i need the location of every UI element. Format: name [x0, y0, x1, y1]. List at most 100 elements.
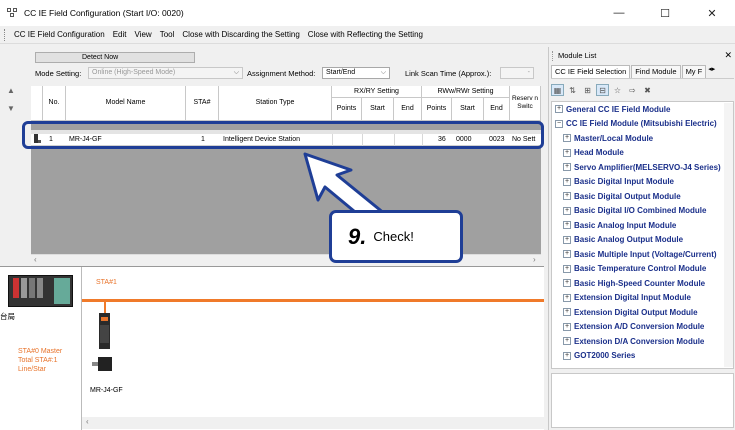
- tree-item-label: Basic Analog Input Module: [574, 220, 677, 230]
- expand-icon[interactable]: +: [563, 308, 571, 317]
- tree-item[interactable]: + Extension D/A Conversion Module: [552, 334, 733, 349]
- tab-scroll-icon[interactable]: ◂▸: [708, 65, 715, 78]
- scroll-right-icon[interactable]: ›: [533, 255, 536, 264]
- plc-icon: [8, 275, 73, 307]
- tree-item[interactable]: + Basic Multiple Input (Voltage/Current): [552, 247, 733, 262]
- expand-all-icon[interactable]: ⊞: [581, 84, 594, 96]
- tree-item[interactable]: + Extension A/D Conversion Module: [552, 320, 733, 335]
- tab-cc-ie-field-selection[interactable]: CC IE Field Selection: [551, 65, 631, 78]
- expand-icon[interactable]: +: [563, 134, 571, 143]
- host-station-label: 台局: [0, 312, 15, 321]
- servo-amplifier-icon[interactable]: [95, 313, 113, 353]
- sort-icon[interactable]: ⇅: [566, 84, 579, 96]
- expand-icon[interactable]: +: [563, 206, 571, 215]
- tree-item-label: Basic Multiple Input (Voltage/Current): [574, 249, 717, 259]
- tree-item[interactable]: + Basic Digital Output Module: [552, 189, 733, 204]
- module-list-tabs: CC IE Field Selection Find Module My F ◂…: [551, 65, 734, 79]
- expand-icon[interactable]: +: [563, 337, 571, 346]
- col-header-rw-start: Start: [452, 98, 484, 121]
- expand-icon[interactable]: +: [563, 351, 571, 360]
- minimize-button[interactable]: —: [596, 0, 642, 26]
- tree-item-label: Head Module: [574, 148, 624, 158]
- tree-item[interactable]: + Extension Digital Input Module: [552, 291, 733, 306]
- col-header-no[interactable]: No.: [43, 86, 66, 121]
- tree-item[interactable]: + Servo Amplifier(MELSERVO-J4 Series): [552, 160, 733, 175]
- col-header-model-name[interactable]: Model Name: [66, 86, 186, 121]
- col-header-sta[interactable]: STA#: [186, 86, 219, 121]
- menu-edit[interactable]: Edit: [109, 30, 131, 39]
- tree-item[interactable]: + Extension Digital Output Module: [552, 305, 733, 320]
- menu-tool[interactable]: Tool: [156, 30, 179, 39]
- col-header-rww-setting[interactable]: RWw/RWr Setting: [422, 86, 510, 98]
- detect-now-button[interactable]: Detect Now: [35, 52, 195, 63]
- add-favorite-icon[interactable]: ⇨: [626, 84, 639, 96]
- tree-item[interactable]: + Basic High-Speed Counter Module: [552, 276, 733, 291]
- expand-icon[interactable]: +: [563, 177, 571, 186]
- mode-setting-select[interactable]: Online (High-Speed Mode) ⌵: [88, 67, 243, 79]
- tree-item[interactable]: + General CC IE Field Module: [552, 102, 733, 117]
- expand-icon[interactable]: +: [563, 192, 571, 201]
- tree-item[interactable]: + Basic Temperature Control Module: [552, 262, 733, 277]
- expand-icon[interactable]: +: [563, 279, 571, 288]
- col-header-rw-points: Points: [422, 98, 452, 121]
- expand-icon[interactable]: +: [563, 221, 571, 230]
- module-list-toolbar: ▦ ⇅ ⊞ ⊟ ☆ ⇨ ✖: [551, 83, 656, 97]
- tree-item-label: Basic High-Speed Counter Module: [574, 278, 706, 288]
- col-header-rxry-setting[interactable]: RX/RY Setting: [332, 86, 422, 98]
- col-header-station-type[interactable]: Station Type: [219, 86, 332, 121]
- assignment-method-select[interactable]: Start/End ⌵: [322, 67, 390, 79]
- network-diagram: 台局 STA#0 Master Total STA#:1 Line/Star S…: [0, 266, 544, 430]
- menu-close-reflect[interactable]: Close with Reflecting the Setting: [304, 30, 427, 39]
- scroll-left-icon[interactable]: ‹: [34, 255, 37, 264]
- expand-icon[interactable]: +: [563, 264, 571, 273]
- move-down-icon[interactable]: ▼: [6, 103, 16, 113]
- move-up-icon[interactable]: ▲: [6, 85, 16, 95]
- collapse-all-icon[interactable]: ⊟: [596, 84, 609, 96]
- favorite-icon[interactable]: ☆: [611, 84, 624, 96]
- maximize-button[interactable]: ☐: [642, 0, 688, 26]
- row-move-buttons: ▲ ▼: [6, 85, 18, 121]
- tree-item[interactable]: − CC IE Field Module (Mitsubishi Electric…: [552, 117, 733, 132]
- expand-icon[interactable]: +: [555, 105, 563, 114]
- menu-view[interactable]: View: [131, 30, 156, 39]
- expand-icon[interactable]: +: [563, 235, 571, 244]
- tree-item-label: Extension A/D Conversion Module: [574, 322, 705, 332]
- diagram-horizontal-scrollbar[interactable]: ‹: [82, 417, 544, 429]
- link-scan-time-field: -: [500, 67, 534, 79]
- master-sta-line: STA#0 Master: [18, 348, 63, 355]
- menu-cc-ie-field-configuration[interactable]: CC IE Field Configuration: [10, 30, 109, 39]
- link-scan-time-label: Link Scan Time (Approx.):: [405, 69, 492, 78]
- tree-item[interactable]: + Basic Digital Input Module: [552, 175, 733, 190]
- tab-find-module[interactable]: Find Module: [631, 65, 681, 78]
- tab-my-favorites[interactable]: My F: [681, 65, 707, 78]
- category-view-icon[interactable]: ▦: [551, 84, 564, 96]
- expand-icon[interactable]: +: [563, 250, 571, 259]
- expand-icon[interactable]: +: [563, 163, 571, 172]
- expand-icon[interactable]: +: [563, 148, 571, 157]
- menu-close-discard[interactable]: Close with Discarding the Setting: [178, 30, 303, 39]
- master-station-panel[interactable]: 台局 STA#0 Master Total STA#:1 Line/Star: [0, 267, 82, 430]
- col-header-reserve[interactable]: Reserv n Switc: [510, 86, 541, 121]
- close-icon[interactable]: ✕: [724, 49, 732, 62]
- expand-icon[interactable]: +: [563, 322, 571, 331]
- tree-item[interactable]: + Master/Local Module: [552, 131, 733, 146]
- panel-grip: [552, 51, 555, 61]
- close-button[interactable]: ✕: [689, 0, 735, 26]
- collapse-icon[interactable]: −: [555, 119, 563, 128]
- tree-item-label: Extension D/A Conversion Module: [574, 336, 705, 346]
- tree-item-label: Basic Analog Output Module: [574, 235, 684, 245]
- network-config-icon: [7, 8, 19, 18]
- tree-item[interactable]: + Head Module: [552, 146, 733, 161]
- tree-item[interactable]: + Basic Digital I/O Combined Module: [552, 204, 733, 219]
- tree-item[interactable]: + Basic Analog Output Module: [552, 233, 733, 248]
- tree-item[interactable]: + Basic Analog Input Module: [552, 218, 733, 233]
- tree-item[interactable]: + GOT2000 Series: [552, 349, 733, 364]
- delete-icon[interactable]: ✖: [641, 84, 654, 96]
- expand-icon[interactable]: +: [563, 293, 571, 302]
- station-table: No. Model Name STA# Station Type RX/RY S…: [31, 86, 541, 268]
- module-tree-vertical-scrollbar[interactable]: [724, 103, 733, 367]
- table-horizontal-scrollbar[interactable]: ‹ ›: [31, 254, 541, 266]
- scroll-left-icon[interactable]: ‹: [86, 417, 89, 426]
- title-bar: CC IE Field Configuration (Start I/O: 00…: [0, 0, 735, 26]
- table-corner: [31, 86, 43, 121]
